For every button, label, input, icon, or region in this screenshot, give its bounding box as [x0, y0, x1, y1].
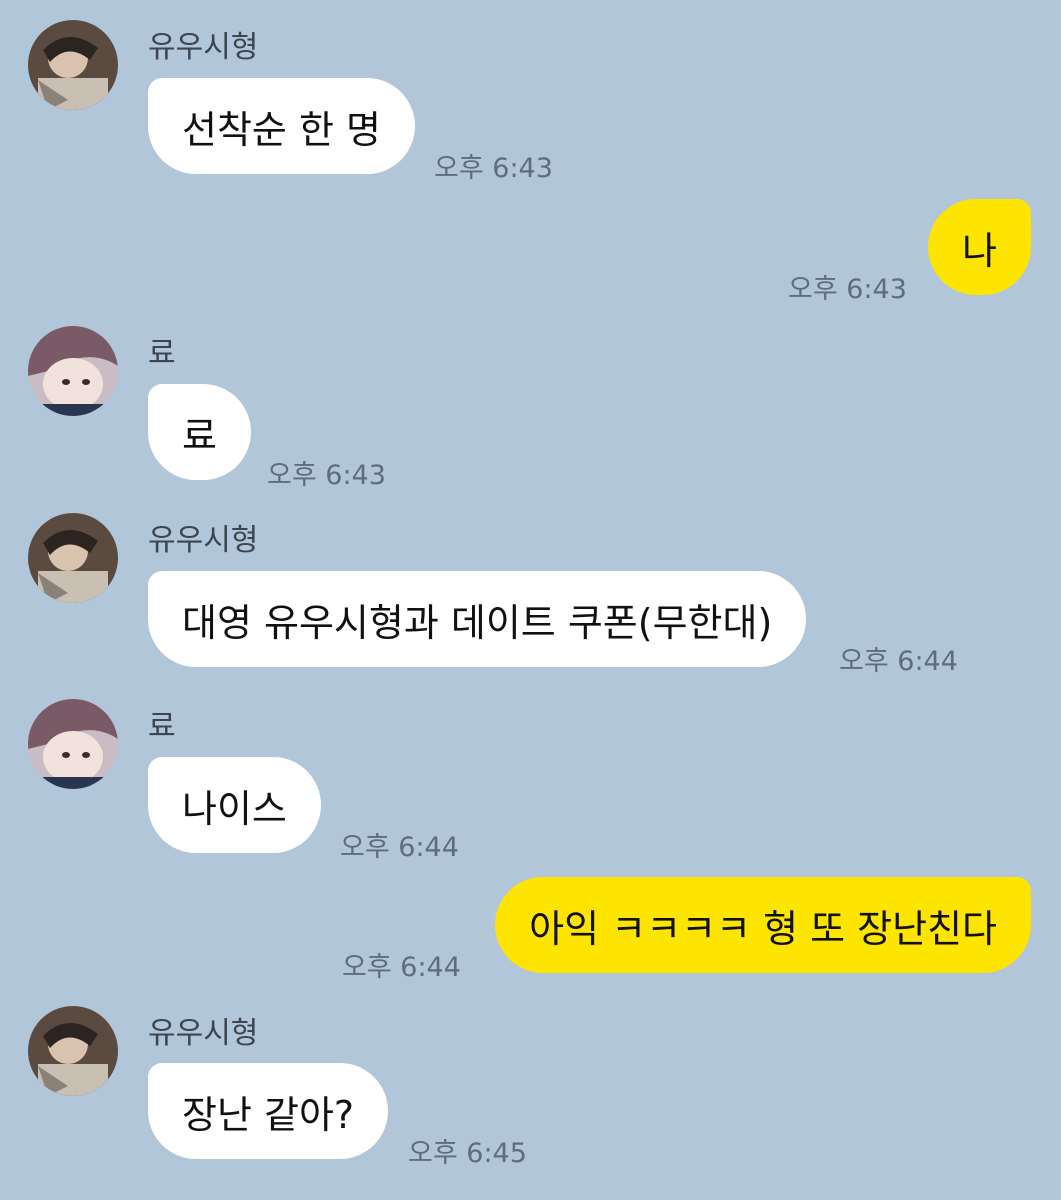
message-time: 오후 6:43 — [434, 153, 553, 184]
sender-name: 유우시형 — [148, 30, 259, 65]
message-bubble[interactable]: 대영 유우시형과 데이트 쿠폰(무한대) — [148, 571, 807, 667]
message-bubble[interactable]: 장난 같아? — [148, 1063, 389, 1159]
avatar-ryo[interactable] — [28, 699, 118, 789]
message-time: 오후 6:44 — [342, 952, 461, 983]
message-bubble-outgoing[interactable]: 나 — [928, 199, 1031, 295]
message-time: 오후 6:43 — [788, 274, 907, 305]
message-bubble[interactable]: 선착순 한 명 — [148, 78, 415, 174]
message-bubble[interactable]: 료 — [148, 384, 251, 480]
message-time: 오후 6:44 — [340, 832, 459, 863]
message-time: 오후 6:43 — [267, 460, 386, 491]
message-bubble-outgoing[interactable]: 아익 ㅋㅋㅋㅋ 형 또 장난친다 — [495, 877, 1031, 973]
message-time: 오후 6:44 — [839, 646, 958, 677]
sender-name: 료 — [148, 336, 176, 371]
avatar-yuushi[interactable] — [28, 513, 118, 603]
message-time: 오후 6:45 — [408, 1138, 527, 1169]
avatar-yuushi[interactable] — [28, 1006, 118, 1096]
message-bubble[interactable]: 나이스 — [148, 757, 321, 853]
sender-name: 료 — [148, 709, 176, 744]
sender-name: 유우시형 — [148, 1016, 259, 1051]
avatar-yuushi[interactable] — [28, 20, 118, 110]
avatar-ryo[interactable] — [28, 326, 118, 416]
sender-name: 유우시형 — [148, 523, 259, 558]
